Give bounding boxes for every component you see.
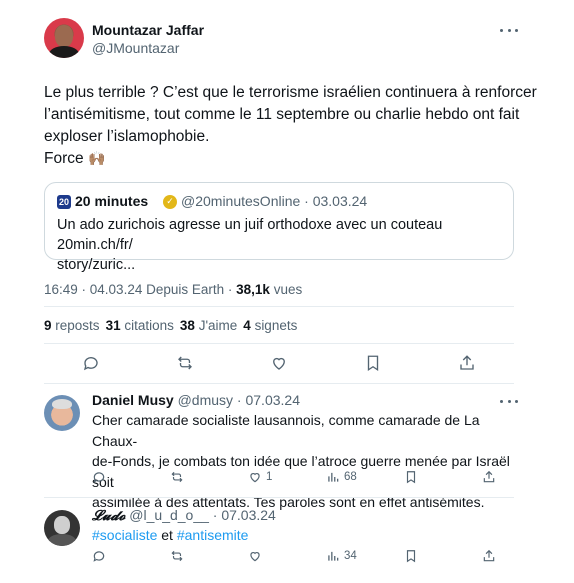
tweet-meta-line: 16:49 · 04.03.24 Depuis Earth · 38,1k vu… [44,282,303,297]
divider [44,306,514,307]
share-button[interactable] [482,470,496,484]
quote-text-line: story/zuric... [57,257,136,273]
views-count: 34 [344,550,357,562]
avatar-body [48,534,76,546]
verified-badge-icon: ✓ [163,195,177,209]
like-count: 1 [266,471,273,483]
avatar[interactable] [44,18,84,58]
tweet-source: Depuis Earth [146,282,225,297]
views-count: 38,1k [236,282,270,297]
bookmark-icon[interactable] [364,354,382,372]
reply-icon[interactable] [82,354,100,372]
more-icon[interactable] [500,398,518,404]
reply-meta[interactable]: @l_u_d_o__ · 07.03.24 [129,507,276,523]
bookmark-button[interactable] [404,549,482,563]
reply-meta[interactable]: @dmusy · 07.03.24 [178,392,300,408]
repost-icon [170,470,184,484]
more-icon[interactable] [500,27,518,33]
views-button[interactable]: 34 [326,549,404,563]
tweet-actions [44,348,514,378]
reply-connector: et [161,527,173,543]
bookmark-button[interactable] [404,470,482,484]
like-button[interactable] [248,549,326,563]
heart-icon[interactable] [270,354,288,372]
tweet-line: Le plus terrible ? C’est que le terroris… [44,84,537,101]
reply-line: Cher camarade socialiste lausannois, com… [92,412,480,449]
avatar-face [55,25,73,47]
reply-header: Daniel Musy @dmusy · 07.03.24 [92,392,300,408]
share-icon [482,470,496,484]
bookmark-icon [404,470,418,484]
reply-actions: 34 [92,549,502,563]
avatar-hair [52,399,72,409]
hashtag-link[interactable]: #socialiste [92,527,157,543]
avatar-face [54,516,70,534]
quote-text-line: Un ado zurichois agresse un juif orthodo… [57,217,443,253]
avatar-body [49,46,79,58]
likes-stat[interactable]: 38 J'aime [180,318,237,333]
author-name[interactable]: Mountazar Jaffar [92,22,204,38]
share-icon [482,549,496,563]
tweet-line: Force [44,150,84,167]
heart-icon [248,470,262,484]
engagement-stats: 9 reposts 31 citations 38 J'aime 4 signe… [44,318,303,333]
like-button[interactable]: 1 [248,470,326,484]
tweet-time[interactable]: 16:49 · 04.03.24 [44,282,142,297]
quote-author-meta: @20minutesOnline · 03.03.24 [181,193,368,209]
heart-icon [248,549,262,563]
reply-actions: 1 68 [92,470,502,484]
repost-icon [170,549,184,563]
views-icon [326,549,340,563]
repost-button[interactable] [170,470,248,484]
author-handle[interactable]: @JMountazar [92,40,179,56]
reply-icon [92,470,106,484]
views-count: 68 [344,471,357,483]
divider [44,497,514,498]
quote-text: Un ado zurichois agresse un juif orthodo… [57,215,497,275]
repost-button[interactable] [170,549,248,563]
raised-hands-emoji: 🙌🏽 [87,151,106,167]
reply-text: #socialiste et #antisemite [92,525,522,546]
views-button[interactable]: 68 [326,470,404,484]
views-icon [326,470,340,484]
tweet-line: exploser l’islamophobie. [44,128,210,145]
views-label: vues [273,282,303,297]
20minutes-logo: 20 [57,195,71,209]
quote-author-name: 20 minutes [75,193,149,209]
tweet-line: l’antisémitisme, tout comme le 11 septem… [44,106,520,123]
citations-stat[interactable]: 31 citations [106,318,174,333]
reply-author-name[interactable]: Daniel Musy [92,392,174,408]
reply-button[interactable] [92,549,170,563]
hashtag-link[interactable]: #antisemite [177,527,249,543]
avatar[interactable] [44,395,80,431]
share-icon[interactable] [458,354,476,372]
reply-author-name[interactable]: 𝓛𝓾𝓭𝓸 [92,508,125,524]
divider [44,383,514,384]
share-button[interactable] [482,549,496,563]
bookmarks-stat[interactable]: 4 signets [243,318,297,333]
reply-button[interactable] [92,470,170,484]
repost-icon[interactable] [176,354,194,372]
divider [44,343,514,344]
quote-tweet-card[interactable]: 20 20 minutes ✓ @20minutesOnline · 03.03… [44,182,514,273]
reposts-stat[interactable]: 9 reposts [44,318,100,333]
avatar[interactable] [44,510,80,546]
reply-icon [92,549,106,563]
reply-header: 𝓛𝓾𝓭𝓸 @l_u_d_o__ · 07.03.24 [92,507,276,524]
tweet-text: Le plus terrible ? C’est que le terroris… [44,82,537,170]
bookmark-icon [404,549,418,563]
